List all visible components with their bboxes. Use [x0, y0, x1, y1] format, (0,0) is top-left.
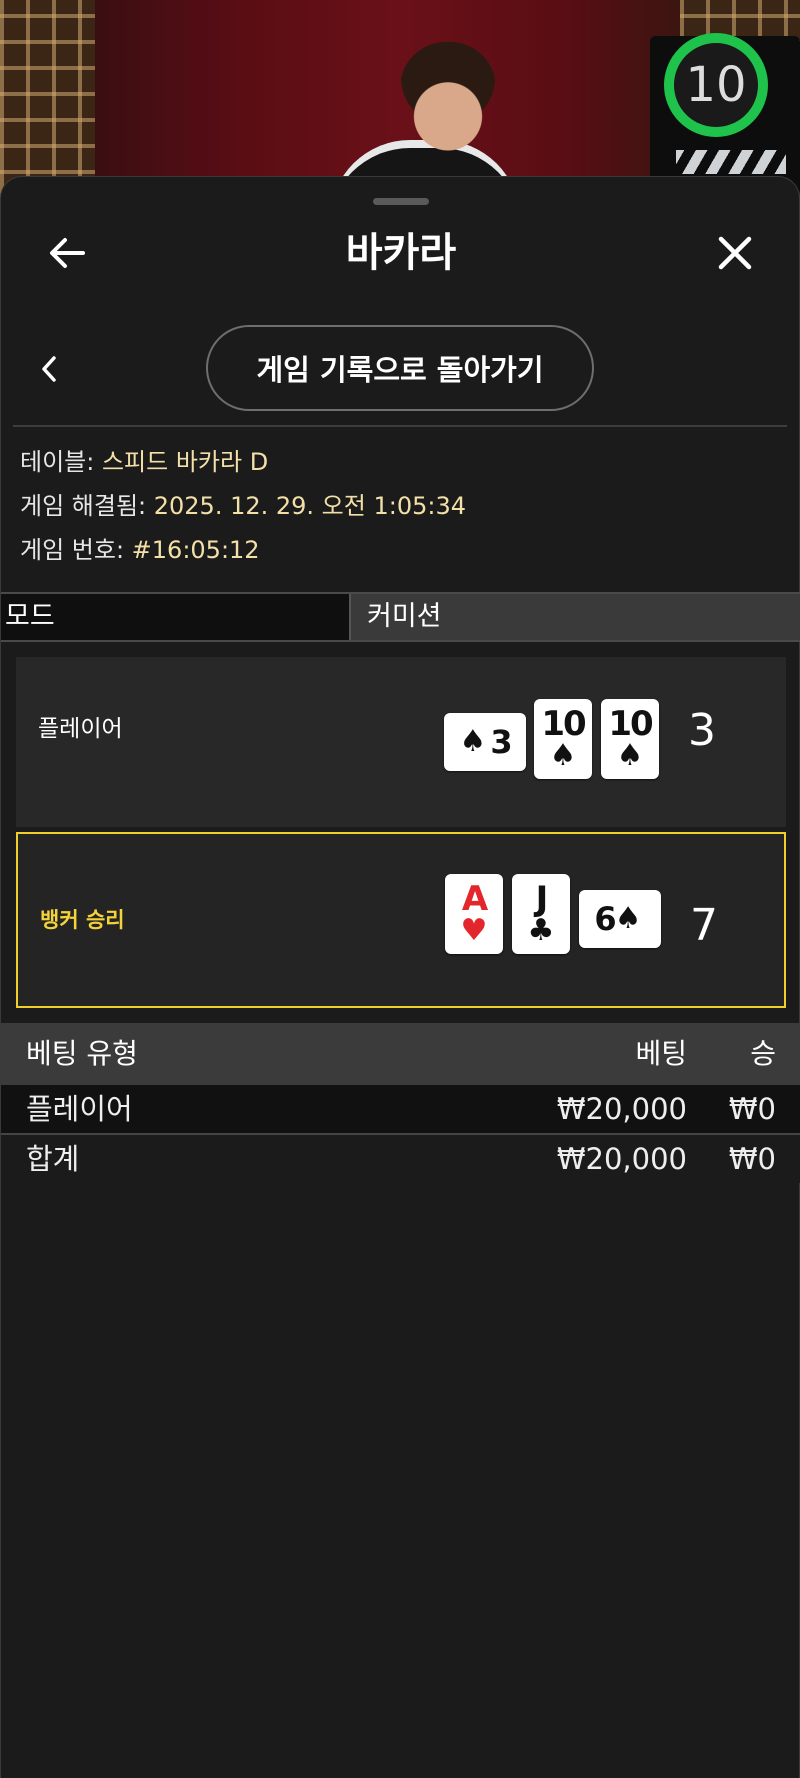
card-suit-club-icon: ♣ — [527, 913, 555, 948]
banker-win-label: 뱅커 승리 — [40, 908, 125, 932]
card-rank: 10 — [541, 704, 586, 744]
banker-hand: 뱅커 승리 A ♥ J ♣ 6 ♠ 7 — [16, 832, 786, 1008]
sheet-title: 바카라 — [345, 230, 457, 276]
banker-card-3: 6 ♠ — [579, 890, 661, 948]
arrow-left-icon — [50, 238, 85, 268]
bet-amount-cell: ₩20,000 — [556, 1092, 687, 1126]
section-divider — [13, 425, 787, 427]
game-detail-sheet: 바카라 게임 기록으로 돌아가기 테이블: 스피드 바카라 D 게임 해결됨: … — [0, 176, 800, 1778]
card-suit-spade-icon: ♠ — [549, 738, 577, 773]
win-amount-header: 승 — [750, 1037, 776, 1070]
card-rank: J — [535, 879, 549, 919]
table-info: 테이블: 스피드 바카라 D — [20, 444, 268, 480]
mode-commission-bar: 모드 커미션 — [1, 592, 800, 642]
player-card-3: 10 ♠ — [601, 699, 659, 779]
sheet-drag-handle[interactable] — [373, 198, 429, 205]
card-suit-spade-icon: ♠ — [616, 738, 644, 773]
card-suit-spade-icon: ♠ — [614, 901, 642, 936]
close-icon — [718, 236, 752, 270]
card-suit-spade-icon: ♠ — [459, 724, 487, 759]
lattice-wall-left — [0, 0, 95, 200]
table-row: 플레이어 ₩20,000 ₩0 — [1, 1085, 800, 1133]
bet-table-header: 베팅 유형 베팅 승 — [1, 1023, 800, 1085]
total-label: 합계 — [26, 1142, 80, 1176]
win-amount-cell: ₩0 — [728, 1092, 776, 1126]
total-win-amount: ₩0 — [728, 1142, 776, 1176]
card-rank: 3 — [490, 723, 512, 761]
countdown-timer: 10 — [664, 33, 768, 137]
monitor-stripes — [676, 150, 786, 174]
bet-type-cell: 플레이어 — [26, 1092, 133, 1126]
countdown-value: 10 — [685, 57, 747, 113]
game-number-label: 게임 번호: — [20, 536, 132, 564]
resolved-info-value: 2025. 12. 29. 오전 1:05:34 — [153, 492, 466, 520]
banker-card-1: A ♥ — [445, 874, 503, 954]
commission-label: 커미션 — [349, 594, 800, 640]
table-info-value: 스피드 바카라 D — [101, 448, 269, 476]
history-back-chevron[interactable] — [31, 351, 67, 387]
game-number-value: #16:05:12 — [131, 536, 260, 564]
total-row: 합계 ₩20,000 ₩0 — [1, 1133, 800, 1183]
player-card-2: 10 ♠ — [534, 699, 592, 779]
live-video-backdrop: 10 — [0, 0, 800, 200]
card-rank: 6 — [594, 900, 616, 938]
table-info-label: 테이블: — [20, 448, 102, 476]
dealer-head — [400, 42, 496, 162]
total-bet-amount: ₩20,000 — [556, 1142, 687, 1176]
banker-card-2: J ♣ — [512, 874, 570, 954]
resolved-info-label: 게임 해결됨: — [20, 492, 154, 520]
resolved-info: 게임 해결됨: 2025. 12. 29. 오전 1:05:34 — [20, 488, 466, 524]
mode-label: 모드 — [1, 594, 349, 640]
bet-type-header: 베팅 유형 — [26, 1037, 138, 1070]
chevron-left-icon — [42, 356, 56, 382]
player-card-1: ♠ 3 — [444, 713, 526, 771]
banker-score: 7 — [690, 900, 718, 951]
back-button[interactable] — [41, 227, 93, 279]
back-to-history-button[interactable]: 게임 기록으로 돌아가기 — [206, 325, 594, 411]
card-rank: A — [461, 879, 488, 919]
close-button[interactable] — [709, 227, 761, 279]
player-score: 3 — [688, 705, 716, 756]
card-rank: 10 — [608, 704, 653, 744]
card-suit-heart-icon: ♥ — [460, 913, 488, 948]
bet-amount-header: 베팅 — [635, 1037, 687, 1070]
player-hand: 플레이어 ♠ 3 10 ♠ 10 ♠ 3 — [16, 657, 786, 827]
player-hand-label: 플레이어 — [38, 716, 123, 742]
game-number-info: 게임 번호: #16:05:12 — [20, 532, 260, 568]
